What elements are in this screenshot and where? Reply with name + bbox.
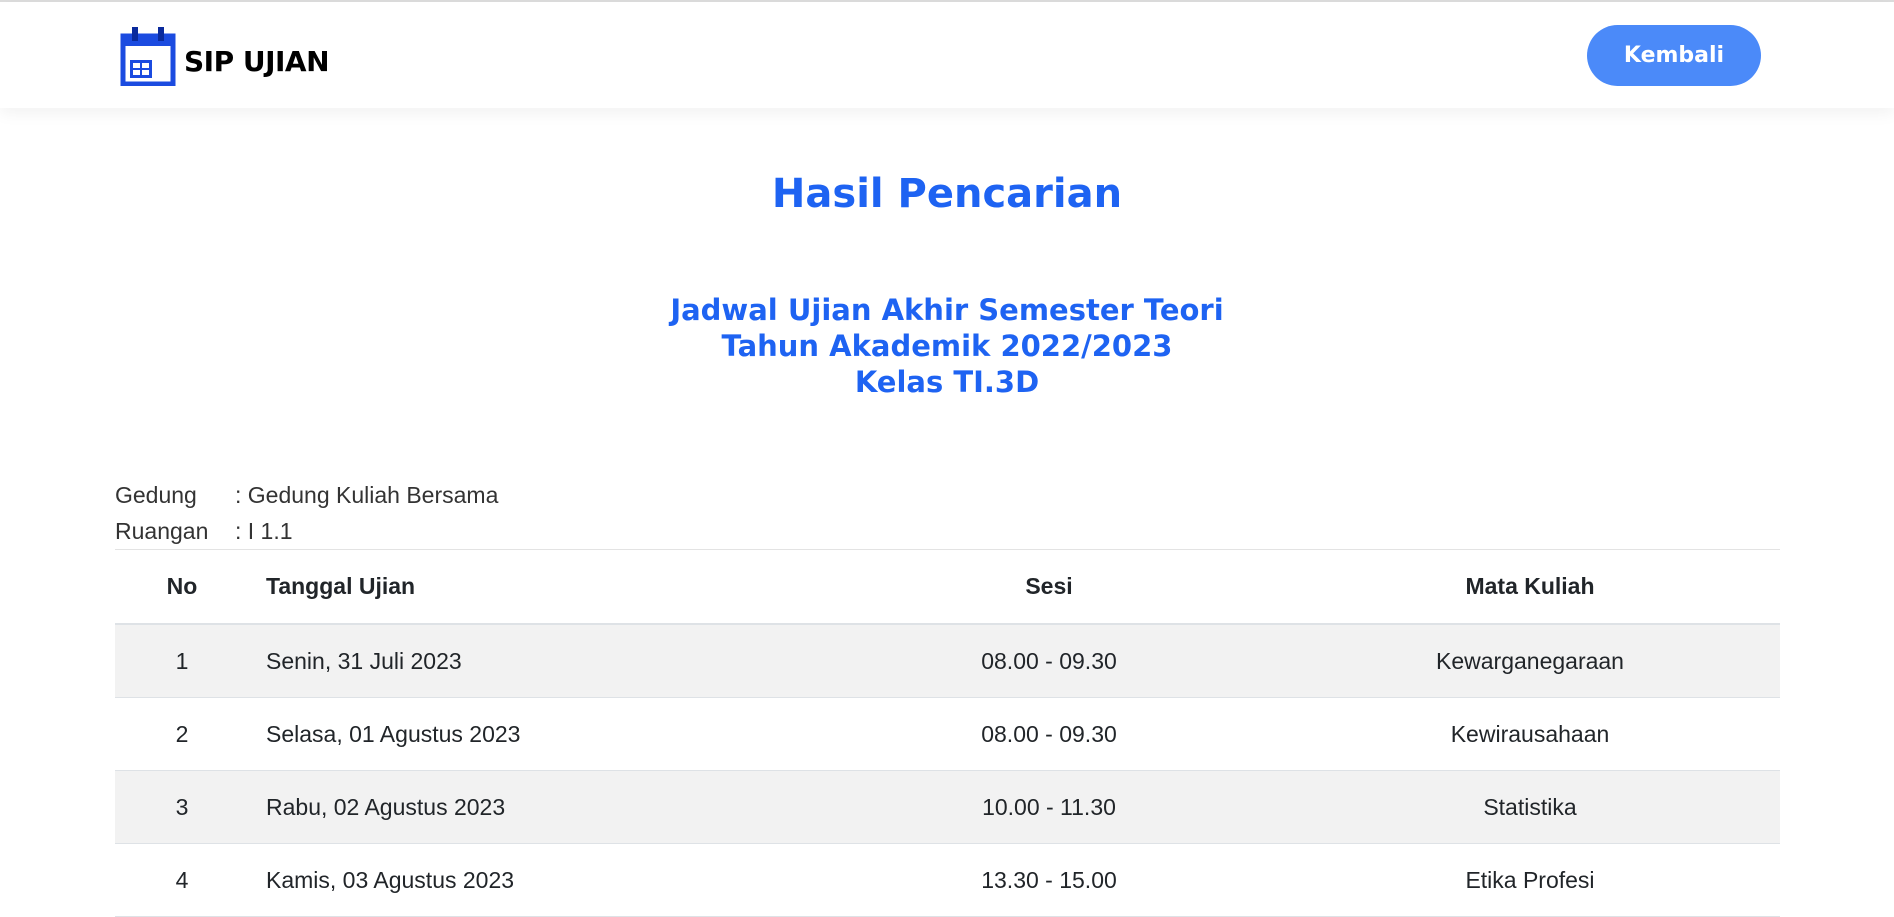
schedule-subtitle: Jadwal Ujian Akhir Semester Teori Tahun …	[0, 292, 1894, 400]
cell-sesi: 08.00 - 09.30	[818, 624, 1280, 698]
brand-name: SIP UJIAN	[184, 44, 330, 78]
gedung-row: Gedung : Gedung Kuliah Bersama	[115, 477, 498, 513]
header-mata-kuliah: Mata Kuliah	[1280, 549, 1780, 625]
cell-no: 2	[115, 697, 249, 771]
subtitle-line: Jadwal Ujian Akhir Semester Teori	[670, 293, 1224, 327]
cell-mata-kuliah: Statistika	[1280, 770, 1780, 844]
calendar-icon	[120, 27, 176, 86]
exam-schedule-table: No Tanggal Ujian Sesi Mata Kuliah 1 Seni…	[115, 549, 1780, 917]
page-title: Hasil Pencarian	[771, 171, 1123, 217]
ruangan-value: : I 1.1	[235, 518, 293, 544]
cell-tanggal: Rabu, 02 Agustus 2023	[249, 770, 818, 844]
cell-no: 1	[115, 624, 249, 698]
subtitle-line: Kelas TI.3D	[854, 365, 1040, 399]
table-row: 3 Rabu, 02 Agustus 2023 10.00 - 11.30 St…	[115, 770, 1780, 844]
ruangan-row: Ruangan : I 1.1	[115, 513, 498, 549]
header-sesi: Sesi	[818, 549, 1280, 625]
header-no: No	[115, 549, 249, 625]
cell-mata-kuliah: Etika Profesi	[1280, 843, 1780, 917]
cell-sesi: 13.30 - 15.00	[818, 843, 1280, 917]
cell-tanggal: Selasa, 01 Agustus 2023	[249, 697, 818, 771]
gedung-value: : Gedung Kuliah Bersama	[235, 482, 499, 508]
navbar: SIP UJIAN Kembali	[0, 2, 1894, 108]
ruangan-label: Ruangan	[115, 518, 209, 544]
table-row: 2 Selasa, 01 Agustus 2023 08.00 - 09.30 …	[115, 697, 1780, 771]
table-row: 1 Senin, 31 Juli 2023 08.00 - 09.30 Kewa…	[115, 624, 1780, 698]
cell-no: 3	[115, 770, 249, 844]
cell-mata-kuliah: Kewarganegaraan	[1280, 624, 1780, 698]
cell-tanggal: Kamis, 03 Agustus 2023	[249, 843, 818, 917]
header-tanggal: Tanggal Ujian	[249, 549, 818, 625]
subtitle-line: Tahun Akademik 2022/2023	[721, 329, 1173, 363]
cell-mata-kuliah: Kewirausahaan	[1280, 697, 1780, 771]
location-info: Gedung : Gedung Kuliah Bersama Ruangan :…	[115, 477, 498, 549]
gedung-label: Gedung	[115, 482, 197, 508]
cell-no: 4	[115, 843, 249, 917]
back-button[interactable]: Kembali	[1587, 25, 1761, 86]
brand[interactable]: SIP UJIAN	[120, 26, 330, 86]
cell-tanggal: Senin, 31 Juli 2023	[249, 624, 818, 698]
table-row: 4 Kamis, 03 Agustus 2023 13.30 - 15.00 E…	[115, 843, 1780, 917]
cell-sesi: 10.00 - 11.30	[818, 770, 1280, 844]
cell-sesi: 08.00 - 09.30	[818, 697, 1280, 771]
table-header-row: No Tanggal Ujian Sesi Mata Kuliah	[115, 549, 1780, 625]
